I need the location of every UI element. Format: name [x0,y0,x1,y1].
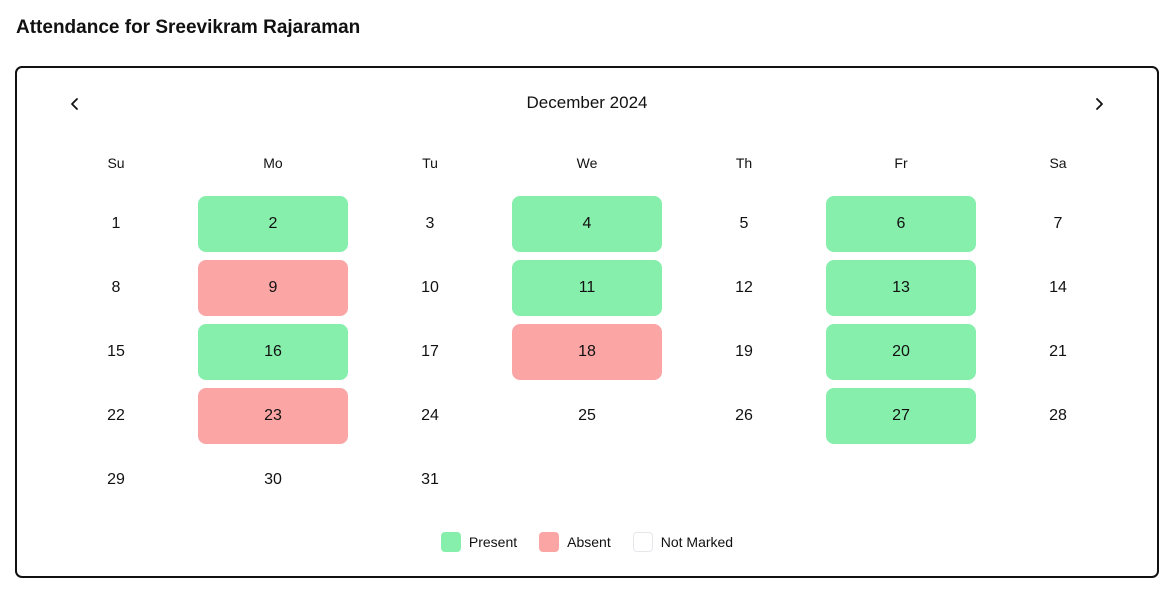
day-cell-21[interactable]: 21 [983,324,1133,380]
legend-label-present: Present [468,534,518,550]
legend-label-not-marked: Not Marked [660,534,734,550]
page-title: Attendance for Sreevikram Rajaraman [16,17,361,38]
day-cell-6[interactable]: 6 [826,196,976,252]
day-cell-29[interactable]: 29 [41,452,191,508]
day-cell-14[interactable]: 14 [983,260,1133,316]
day-cell-30[interactable]: 30 [198,452,348,508]
day-cell-22[interactable]: 22 [41,388,191,444]
day-cell-25[interactable]: 25 [512,388,662,444]
day-cell-7[interactable]: 7 [983,196,1133,252]
day-cell-20[interactable]: 20 [826,324,976,380]
present-swatch [440,532,461,552]
day-cell-23[interactable]: 23 [198,388,348,444]
day-cell-16[interactable]: 16 [198,324,348,380]
day-cell-19[interactable]: 19 [669,324,819,380]
day-cell-11[interactable]: 11 [512,260,662,316]
day-cell-28[interactable]: 28 [983,388,1133,444]
day-cell-26[interactable]: 26 [669,388,819,444]
attendance-calendar: December 2024 Su Mo Tu We Th Fr Sa 1 2 3 4 5 6 7 8 9 10… [15,66,1159,578]
absent-swatch [539,532,560,552]
day-cell-27[interactable]: 27 [826,388,976,444]
legend-item-present: Present [440,532,518,552]
day-cell-31[interactable]: 31 [355,452,505,508]
day-cell-10[interactable]: 10 [355,260,505,316]
day-cell-18[interactable]: 18 [512,324,662,380]
legend-item-absent: Absent [539,532,611,552]
day-cell-9[interactable]: 9 [198,260,348,316]
legend-item-not-marked: Not Marked [632,532,734,552]
legend-label-absent: Absent [567,534,611,550]
day-cell-5[interactable]: 5 [669,196,819,252]
day-cell-1[interactable]: 1 [41,196,191,252]
day-grid: 1 2 3 4 5 6 7 8 9 10 11 12 13 14 15 16 17 18 19 20 21 22 23 24 2… [17,68,1157,568]
day-cell-2[interactable]: 2 [198,196,348,252]
day-cell-17[interactable]: 17 [355,324,505,380]
day-cell-12[interactable]: 12 [669,260,819,316]
day-cell-3[interactable]: 3 [355,196,505,252]
day-cell-8[interactable]: 8 [41,260,191,316]
day-cell-24[interactable]: 24 [355,388,505,444]
not-marked-swatch [632,532,653,552]
day-cell-15[interactable]: 15 [41,324,191,380]
legend: Present Absent Not Marked [17,532,1157,552]
day-cell-13[interactable]: 13 [826,260,976,316]
day-cell-4[interactable]: 4 [512,196,662,252]
